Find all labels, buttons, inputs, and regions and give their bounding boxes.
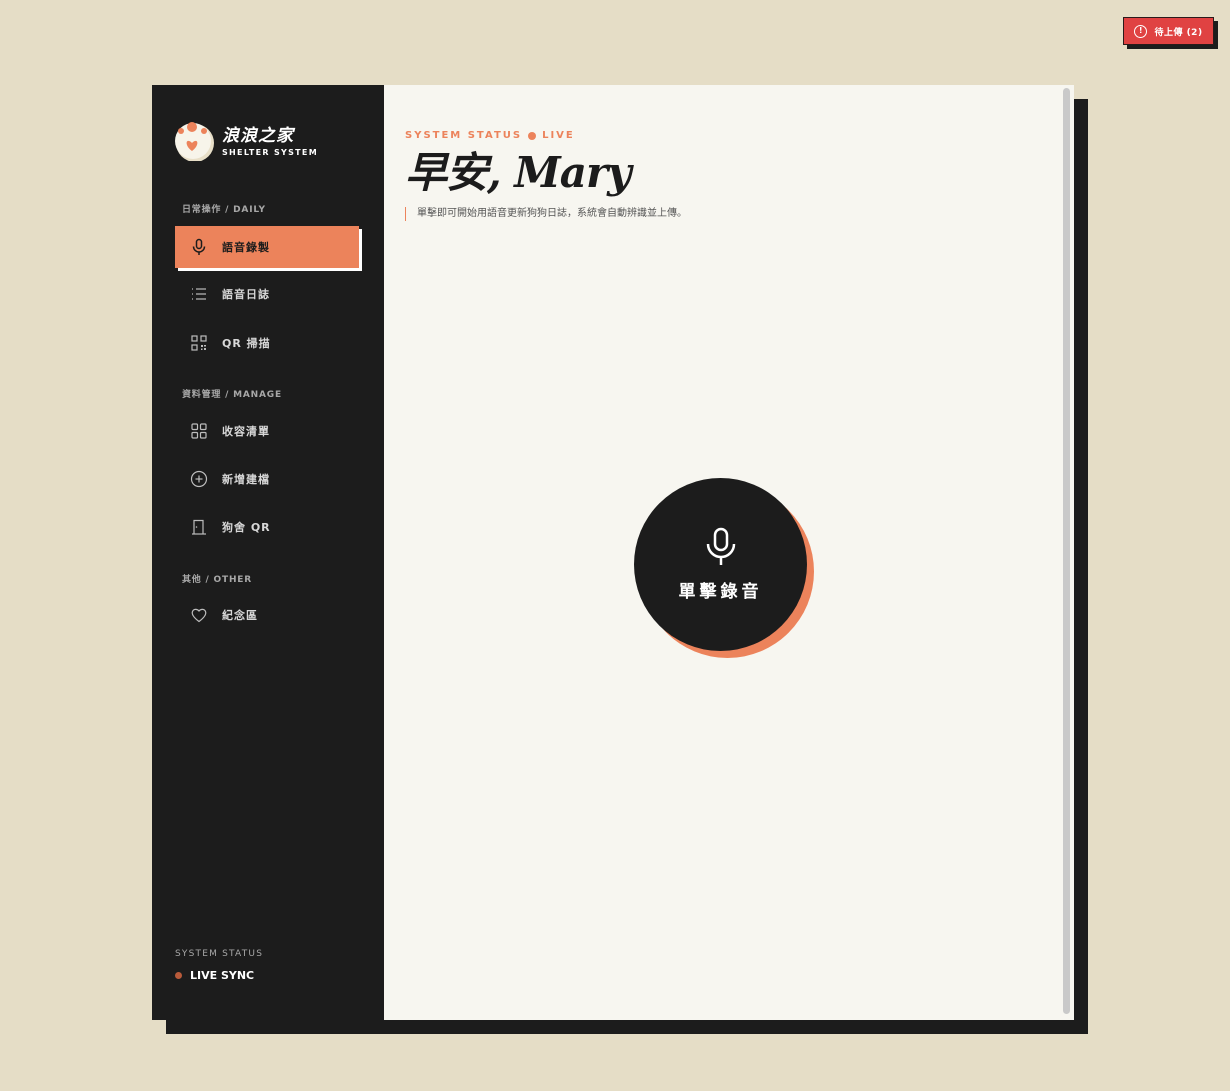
sidebar-item-new-record[interactable]: 新增建檔 xyxy=(175,458,359,500)
live-dot-icon xyxy=(528,131,537,140)
logo-subtitle: SHELTER SYSTEM xyxy=(222,147,318,157)
sidebar-item-voice-log[interactable]: 語音日誌 xyxy=(175,273,359,315)
logo[interactable]: 浪浪之家 SHELTER SYSTEM xyxy=(174,121,318,162)
sidebar-item-label: 語音錄製 xyxy=(222,241,270,254)
eyebrow-label: SYSTEM STATUS xyxy=(405,130,523,141)
system-status-value: LIVE SYNC xyxy=(175,969,254,982)
page-title: 早安, Mary xyxy=(405,148,631,197)
scrollbar[interactable] xyxy=(1063,88,1070,1014)
warning-circle-icon: ! xyxy=(1134,24,1148,38)
system-status-eyebrow: SYSTEM STATUS LIVE xyxy=(405,130,575,141)
app-window: 浪浪之家 SHELTER SYSTEM 日常操作 / DAILY 語音錄製 語音 xyxy=(152,85,1074,1020)
grid-icon xyxy=(191,423,207,439)
section-label-daily: 日常操作 / DAILY xyxy=(182,205,266,215)
pending-upload-button[interactable]: ! 待上傳 (2) xyxy=(1123,17,1214,45)
sidebar-item-label: 新增建檔 xyxy=(222,473,270,486)
qr-code-icon xyxy=(191,335,207,351)
sidebar-item-shelter-list[interactable]: 收容清單 xyxy=(175,410,359,452)
eyebrow-live: LIVE xyxy=(542,130,575,141)
section-label-other: 其他 / OTHER xyxy=(182,575,252,585)
main-content: SYSTEM STATUS LIVE 早安, Mary 單擊即可開始用語音更新狗… xyxy=(384,85,1074,1020)
sidebar-item-label: QR 掃描 xyxy=(222,337,271,350)
heart-icon xyxy=(191,608,207,623)
add-circle-icon xyxy=(190,470,208,488)
sidebar: 浪浪之家 SHELTER SYSTEM 日常操作 / DAILY 語音錄製 語音 xyxy=(152,85,384,1020)
sidebar-item-label: 狗舍 QR xyxy=(222,521,271,534)
sidebar-item-memorial[interactable]: 紀念區 xyxy=(175,594,359,636)
list-icon xyxy=(192,288,206,300)
record-button[interactable]: 單擊錄音 xyxy=(634,478,807,651)
page-subtitle: 單擊即可開始用語音更新狗狗日誌，系統會自動辨識並上傳。 xyxy=(405,207,687,221)
sidebar-item-kennel-qr[interactable]: 狗舍 QR xyxy=(175,506,359,548)
sidebar-item-qr-scan[interactable]: QR 掃描 xyxy=(175,322,359,364)
live-sync-label: LIVE SYNC xyxy=(190,969,255,982)
paw-logo-icon xyxy=(174,121,214,162)
sidebar-item-label: 紀念區 xyxy=(222,609,258,622)
logo-title: 浪浪之家 xyxy=(222,125,294,146)
record-button-label: 單擊錄音 xyxy=(678,582,763,602)
microphone-icon xyxy=(706,527,735,565)
sidebar-item-label: 語音日誌 xyxy=(222,288,270,301)
sidebar-item-voice-record[interactable]: 語音錄製 xyxy=(175,226,359,268)
microphone-icon xyxy=(192,238,206,255)
section-label-manage: 資料管理 / MANAGE xyxy=(182,390,282,400)
pending-upload-label: 待上傳 (2) xyxy=(1154,27,1203,38)
sidebar-item-label: 收容清單 xyxy=(222,425,270,438)
system-status-label: SYSTEM STATUS xyxy=(175,949,264,959)
door-icon xyxy=(192,519,206,535)
status-dot-icon xyxy=(175,972,182,979)
